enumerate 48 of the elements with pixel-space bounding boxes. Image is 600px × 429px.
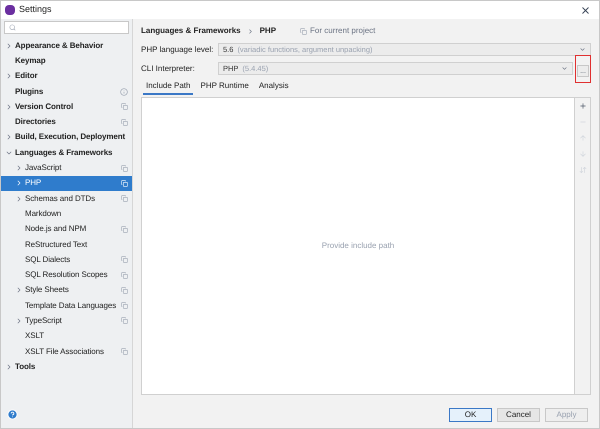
window-title: Settings: [19, 3, 53, 16]
sidebar-item[interactable]: Template Data Languages: [1, 298, 132, 314]
add-icon[interactable]: [578, 102, 586, 110]
sidebar-item[interactable]: XSLT File Associations: [1, 344, 132, 360]
sidebar-item[interactable]: Node.js and NPM: [1, 222, 132, 237]
project-icon: [300, 28, 308, 34]
sidebar-item[interactable]: Languages & Frameworks: [1, 145, 132, 160]
search-icon: [9, 24, 16, 31]
breadcrumb-item: Languages & Frameworks: [141, 25, 241, 37]
tab[interactable]: PHP Runtime: [197, 79, 252, 95]
chevron-icon[interactable]: [5, 102, 13, 111]
scope-note: For current project: [310, 25, 376, 37]
tab[interactable]: Include Path: [143, 79, 194, 95]
sidebar-item[interactable]: Markdown: [1, 206, 132, 222]
dialog-button[interactable]: OK: [449, 408, 492, 422]
field-label: PHP language level:: [141, 44, 214, 56]
breadcrumb-item: PHP: [260, 25, 276, 37]
sidebar-item[interactable]: Version Control: [1, 99, 132, 114]
sidebar-item[interactable]: Directories: [1, 114, 132, 130]
sidebar-item[interactable]: TypeScript: [1, 313, 132, 329]
field-label: CLI Interpreter:: [141, 62, 196, 74]
sidebar-item[interactable]: Build, Execution, Deployment: [1, 130, 132, 146]
help-icon[interactable]: [7, 409, 18, 420]
breadcrumb-separator-icon: [246, 28, 254, 34]
search-field[interactable]: [4, 21, 129, 34]
sidebar-item[interactable]: Plugins: [1, 84, 132, 100]
sidebar-item[interactable]: PHP: [1, 176, 132, 191]
chevron-icon[interactable]: [5, 362, 13, 371]
sidebar-item[interactable]: SQL Dialects: [1, 252, 132, 268]
sidebar-item[interactable]: Schemas and DTDs: [1, 190, 132, 206]
tab[interactable]: Analysis: [256, 79, 292, 95]
sidebar-item[interactable]: Editor: [1, 68, 132, 84]
close-icon[interactable]: [580, 4, 591, 16]
sidebar-item[interactable]: SQL Resolution Scopes: [1, 267, 132, 283]
dialog-button[interactable]: Cancel: [497, 408, 540, 422]
sidebar-item[interactable]: Keymap: [1, 53, 132, 69]
sidebar-item[interactable]: Style Sheets: [1, 282, 132, 298]
chevron-icon[interactable]: [5, 42, 13, 50]
sidebar-item[interactable]: XSLT: [1, 328, 132, 344]
sidebar-item[interactable]: JavaScript: [1, 160, 132, 176]
sidebar-item[interactable]: ReStructured Text: [1, 236, 132, 252]
chevron-icon[interactable]: [15, 286, 23, 294]
sidebar-item[interactable]: Appearance & Behavior: [1, 38, 132, 54]
chevron-icon[interactable]: [15, 316, 23, 325]
sidebar-item[interactable]: Tools: [1, 359, 132, 375]
app-logo-icon: [5, 5, 15, 15]
empty-list-text: Provide include path: [322, 240, 394, 252]
chevron-icon[interactable]: [5, 72, 13, 80]
